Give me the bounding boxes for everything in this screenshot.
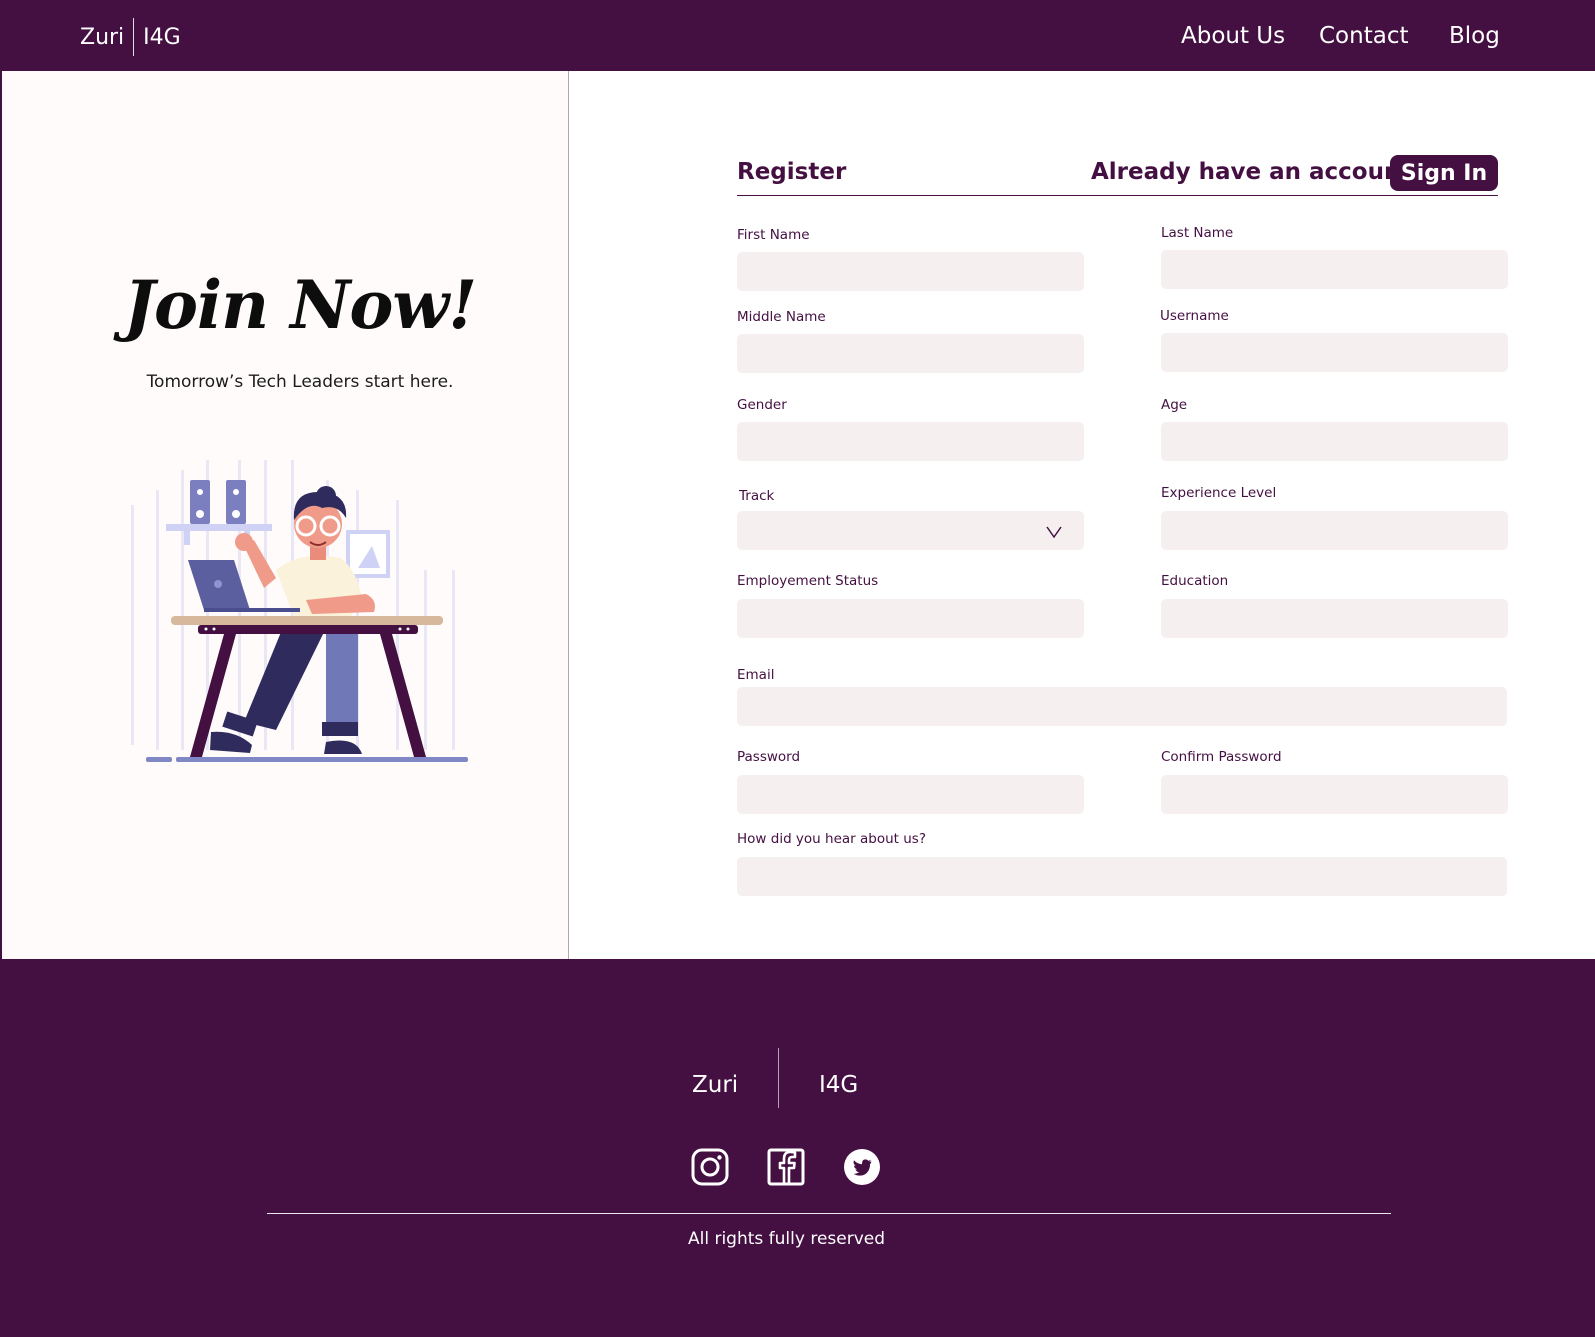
track-select[interactable]	[737, 511, 1084, 550]
twitter-icon[interactable]	[843, 1148, 881, 1186]
middle-name-label: Middle Name	[737, 309, 826, 325]
brand-zuri: Zuri	[80, 24, 125, 50]
form-header-divider	[737, 195, 1498, 196]
nav-link-contact[interactable]: Contact	[1319, 23, 1408, 49]
username-input[interactable]	[1161, 333, 1508, 372]
nav-link-blog[interactable]: Blog	[1449, 23, 1500, 49]
gender-label: Gender	[737, 397, 787, 413]
employment-status-label: Employement Status	[737, 573, 879, 589]
username-label: Username	[1160, 308, 1229, 324]
referral-input[interactable]	[737, 857, 1507, 896]
last-name-input[interactable]	[1161, 250, 1508, 289]
education-label: Education	[1161, 573, 1229, 589]
first-name-label: First Name	[737, 227, 810, 243]
footer-divider	[267, 1213, 1391, 1214]
age-input[interactable]	[1161, 422, 1508, 461]
footer-brand-divider	[778, 1048, 779, 1108]
track-label: Track	[739, 488, 775, 504]
password-label: Password	[737, 749, 801, 765]
last-name-label: Last Name	[1161, 225, 1234, 241]
gender-input[interactable]	[737, 422, 1084, 461]
confirm-password-input[interactable]	[1161, 775, 1508, 814]
footer-brand-zuri: Zuri	[692, 1072, 739, 1098]
sign-in-button[interactable]: Sign In	[1390, 155, 1498, 191]
chevron-down-icon[interactable]	[1046, 525, 1062, 539]
hero-title: Join Now!	[123, 266, 477, 344]
facebook-icon[interactable]	[767, 1148, 805, 1186]
footer-brand-i4g: I4G	[819, 1072, 859, 1098]
employment-status-input[interactable]	[737, 599, 1084, 638]
brand-logo[interactable]: Zuri I4G	[80, 16, 181, 58]
top-navbar: Zuri I4G About Us Contact Blog	[1, 1, 1595, 71]
email-input[interactable]	[737, 687, 1507, 726]
confirm-password-label: Confirm Password	[1161, 749, 1282, 765]
brand-divider	[133, 18, 135, 56]
form-title: Register	[737, 159, 847, 185]
developer-at-desk-illustration	[131, 460, 468, 762]
copyright-text: All rights fully reserved	[687, 1229, 886, 1249]
nav-link-about-us[interactable]: About Us	[1181, 23, 1285, 49]
password-input[interactable]	[737, 775, 1084, 814]
brand-i4g: I4G	[143, 24, 181, 50]
middle-name-input[interactable]	[737, 334, 1084, 373]
footer: Zuri I4G All rights fully reserved	[1, 960, 1595, 1337]
registration-form: Register Already have an account? Sign I…	[569, 71, 1595, 959]
email-label: Email	[737, 667, 775, 683]
experience-level-label: Experience Level	[1161, 485, 1277, 501]
education-input[interactable]	[1161, 599, 1508, 638]
hero-subtitle: Tomorrow’s Tech Leaders start here.	[146, 372, 454, 392]
hero-panel: Join Now! Tomorrow’s Tech Leaders start …	[2, 71, 569, 959]
signin-prompt: Already have an account?	[1091, 159, 1425, 185]
experience-level-input[interactable]	[1161, 511, 1508, 550]
age-label: Age	[1161, 397, 1188, 413]
first-name-input[interactable]	[737, 252, 1084, 291]
referral-label: How did you hear about us?	[737, 831, 926, 847]
instagram-icon[interactable]	[691, 1148, 729, 1186]
